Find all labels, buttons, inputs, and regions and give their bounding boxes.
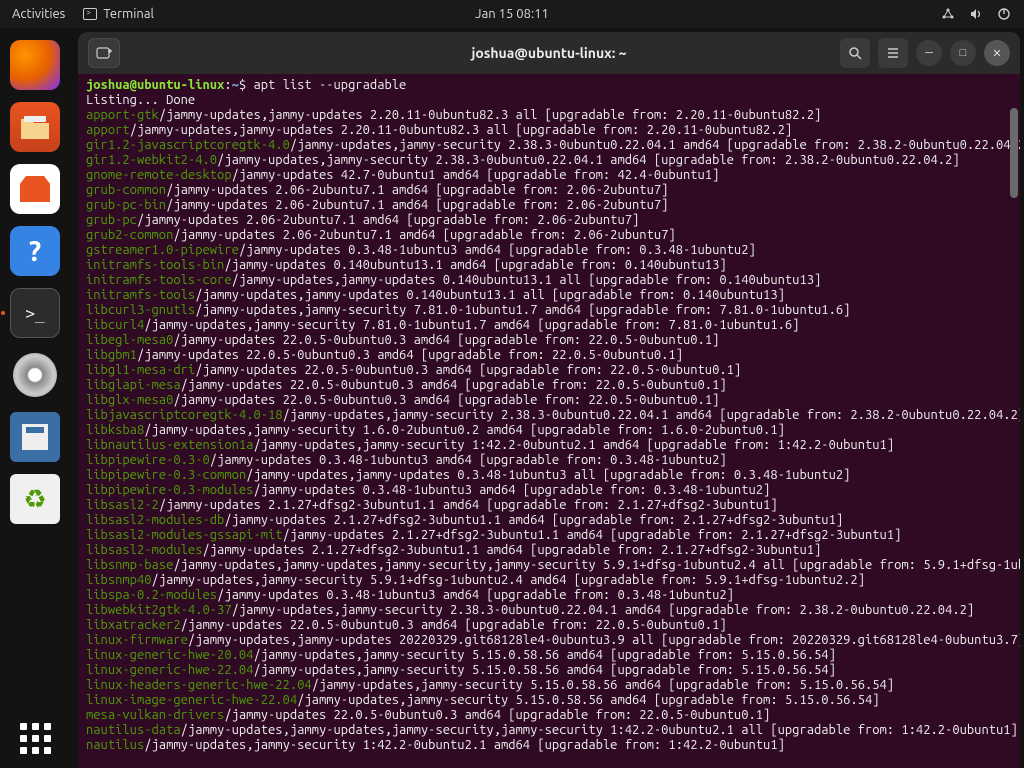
terminal-window: joshua@ubuntu-linux: ~ ─ □ ✕ joshua@ubun… [78,32,1020,768]
activities-button[interactable]: Activities [12,7,65,21]
titlebar: joshua@ubuntu-linux: ~ ─ □ ✕ [78,32,1020,74]
new-tab-button[interactable] [88,38,120,68]
volume-icon[interactable] [968,6,984,22]
dock-save[interactable] [10,412,60,462]
power-icon[interactable] [996,6,1012,22]
dock-files[interactable] [10,102,60,152]
maximize-button[interactable]: □ [950,40,976,66]
dock-firefox[interactable] [10,40,60,90]
dock: ? >_ ♻ [0,28,70,768]
dock-disk[interactable] [10,350,60,400]
menu-button[interactable] [878,38,908,68]
dock-software[interactable] [10,164,60,214]
scrollbar-thumb[interactable] [1010,108,1018,198]
terminal-icon [83,8,97,20]
minimize-button[interactable]: ─ [916,40,942,66]
dock-trash[interactable]: ♻ [10,474,60,524]
window-title: joshua@ubuntu-linux: ~ [471,45,626,61]
dock-show-apps[interactable] [20,723,51,754]
dock-terminal[interactable]: >_ [10,288,60,338]
dock-help[interactable]: ? [10,226,60,276]
active-app-indicator[interactable]: Terminal [83,7,154,21]
active-app-label: Terminal [103,7,154,21]
network-icon[interactable] [940,6,956,22]
search-button[interactable] [840,38,870,68]
terminal-output[interactable]: joshua@ubuntu-linux:~$ apt list --upgrad… [78,74,1020,768]
gnome-topbar: Activities Terminal Jan 15 08:11 [0,0,1024,28]
close-button[interactable]: ✕ [984,40,1010,66]
clock[interactable]: Jan 15 08:11 [475,7,549,21]
